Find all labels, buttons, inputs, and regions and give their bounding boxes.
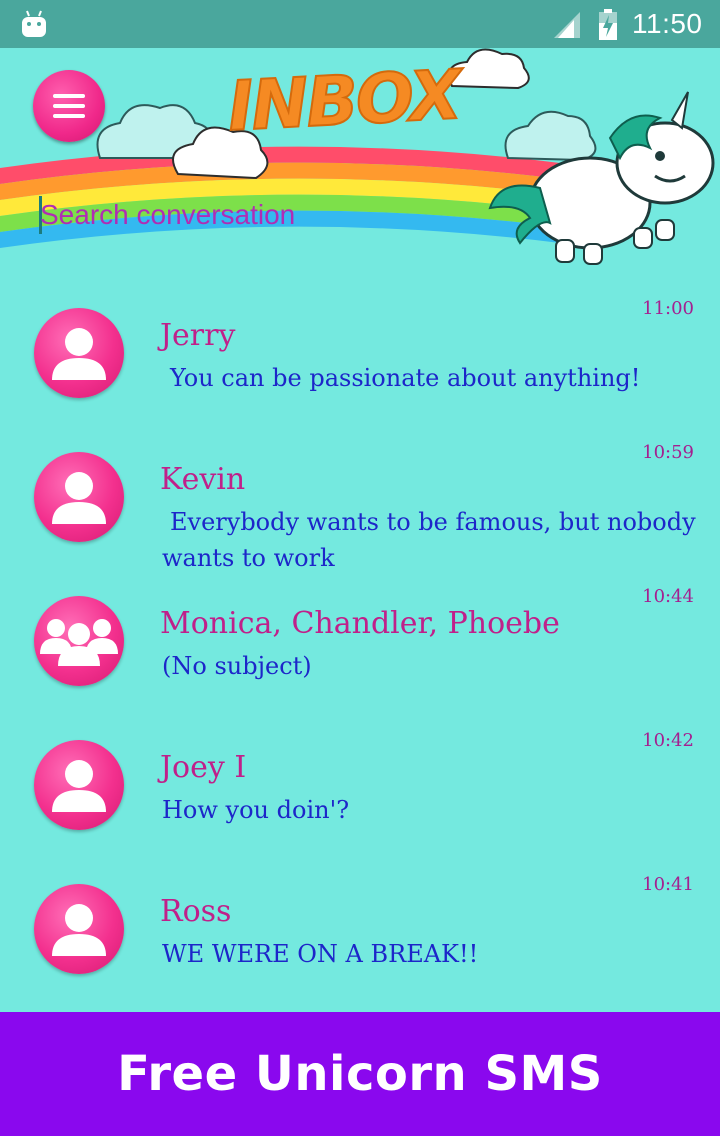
message-snippet: WE WERE ON A BREAK!!	[162, 940, 479, 968]
group-icon	[40, 619, 118, 666]
menu-button[interactable]	[33, 70, 105, 142]
avatar	[34, 452, 124, 542]
hamburger-icon	[53, 104, 85, 108]
signal-icon	[554, 12, 580, 38]
status-bar: 11:50	[0, 0, 720, 48]
conversation-item[interactable]: Jerry You can be passionate about anythi…	[0, 290, 720, 430]
conversation-item[interactable]: Monica, Chandler, Phoebe (No subject) 10…	[0, 578, 720, 718]
person-icon	[52, 904, 106, 956]
promo-banner: Free Unicorn SMS	[0, 1012, 720, 1136]
person-icon	[52, 760, 106, 812]
message-time: 10:44	[642, 586, 694, 607]
avatar	[34, 884, 124, 974]
conversation-item[interactable]: Kevin Everybody wants to be famous, but …	[0, 434, 720, 574]
message-time: 10:41	[642, 874, 694, 895]
page-title: INBOX	[225, 55, 463, 148]
person-icon	[52, 472, 106, 524]
conversation-item[interactable]: Joey I How you doin'? 10:42	[0, 722, 720, 862]
banner-title: Free Unicorn SMS	[117, 1046, 603, 1102]
contact-name: Joey I	[160, 750, 247, 785]
contact-name: Jerry	[160, 318, 236, 353]
search-input[interactable]	[40, 192, 500, 238]
android-icon	[22, 10, 46, 37]
conversation-item[interactable]: Ross WE WERE ON A BREAK!! 10:41	[0, 866, 720, 1006]
avatar	[34, 740, 124, 830]
contact-name: Monica, Chandler, Phoebe	[160, 606, 560, 641]
status-time: 11:50	[632, 8, 703, 39]
message-snippet: (No subject)	[162, 652, 312, 680]
hamburger-icon	[53, 114, 85, 118]
cloud-icon	[448, 48, 530, 90]
contact-name: Ross	[160, 894, 232, 929]
person-icon	[52, 328, 106, 380]
avatar	[34, 308, 124, 398]
message-snippet: You can be passionate about anything!	[170, 364, 641, 392]
message-snippet: Everybody wants to be famous, but nobody…	[162, 508, 696, 572]
message-time: 10:42	[642, 730, 694, 751]
message-time: 11:00	[642, 298, 694, 319]
hamburger-icon	[53, 94, 85, 98]
contact-name: Kevin	[160, 462, 246, 497]
battery-icon	[599, 9, 617, 40]
message-time: 10:59	[642, 442, 694, 463]
avatar	[34, 596, 124, 686]
cloud-icon	[504, 110, 597, 162]
message-snippet: How you doin'?	[162, 796, 350, 824]
